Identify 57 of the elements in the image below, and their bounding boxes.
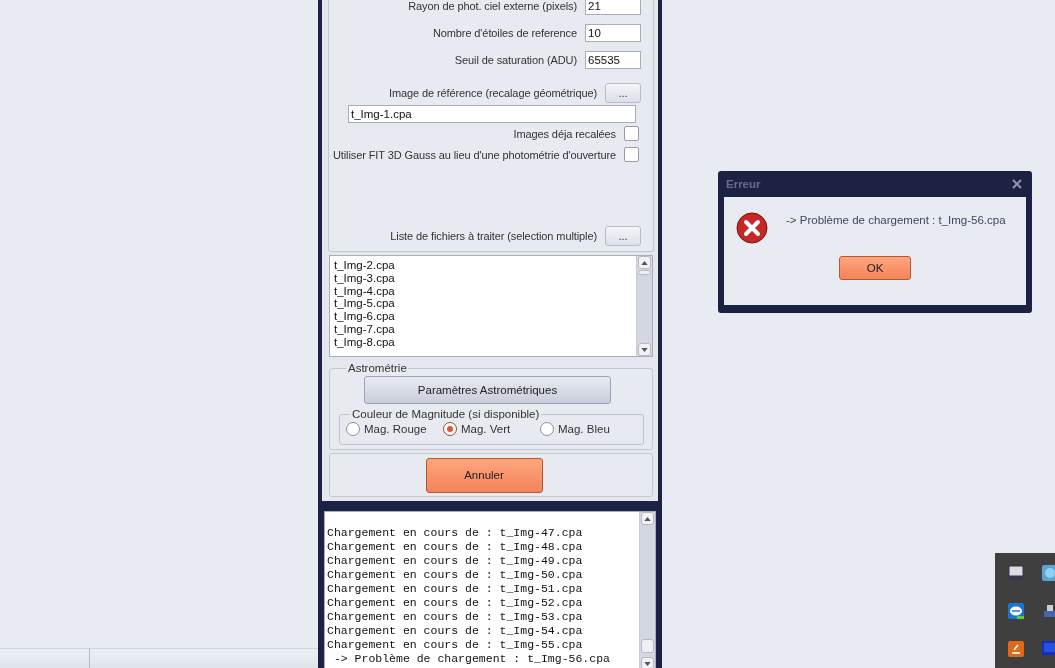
log-line: Chargement en cours de : t_Img-54.cpa: [327, 624, 583, 638]
list-item[interactable]: t_Img-7.cpa: [334, 323, 395, 336]
log-line: Chargement en cours de : t_Img-49.cpa: [327, 554, 583, 568]
scrollbar[interactable]: [636, 256, 652, 356]
list-item[interactable]: t_Img-2.cpa: [334, 259, 395, 272]
log-line: Chargement en cours de : t_Img-47.cpa: [327, 526, 583, 540]
log-line: -> Problème de chargement : t_Img-56.cpa: [332, 652, 610, 666]
log-line: Chargement en cours de : t_Img-50.cpa: [327, 568, 583, 582]
log-line: Chargement en cours de : t_Img-51.cpa: [327, 582, 583, 596]
checkbox-label: Utiliser FIT 3D Gauss au lieu d'une photométrie d'ouverture: [332, 148, 616, 161]
input-field[interactable]: 10: [585, 23, 641, 42]
input-field[interactable]: 21: [585, 0, 641, 15]
checkbox[interactable]: [624, 126, 639, 141]
input-field[interactable]: 65535: [585, 50, 641, 69]
monitor-icon[interactable]: [1008, 565, 1024, 581]
ok-button[interactable]: OK: [839, 256, 911, 280]
log-line: Chargement en cours de : t_Img-52.cpa: [327, 596, 583, 610]
radio-button[interactable]: [540, 422, 554, 436]
radio-label: Mag. Vert: [461, 423, 511, 435]
group-title: Astrométrie: [347, 362, 408, 374]
log-line: Chargement en cours de : t_Img-53.cpa: [327, 610, 583, 624]
log-line: Chargement en cours de : t_Img-48.cpa: [327, 540, 583, 554]
browse-button[interactable]: ...: [605, 225, 641, 246]
field-label: Image de référence (recalage géométrique): [388, 87, 597, 99]
radio-button[interactable]: [346, 422, 360, 436]
scroll-up-icon[interactable]: [638, 256, 651, 269]
field-label: Rayon de phot. ciel externe (pixels): [408, 0, 577, 12]
scroll-down-icon[interactable]: [641, 657, 654, 668]
field-label: Seuil de saturation (ADU): [454, 53, 577, 66]
checkbox[interactable]: [624, 147, 639, 162]
radio-button[interactable]: [443, 422, 457, 436]
remote-icon[interactable]: [1008, 603, 1024, 619]
close-icon[interactable]: [1012, 178, 1022, 189]
group-title: Couleur de Magnitude (si disponible): [351, 408, 541, 420]
astrometry-parameters-button[interactable]: Paramètres Astrométriques: [364, 376, 611, 404]
error-message: -> Problème de chargement : t_Img-56.cpa: [786, 213, 1006, 226]
dialog-title: Erreur: [726, 177, 761, 190]
scrollbar[interactable]: [639, 512, 655, 668]
field-label: Liste de fichiers à traiter (selection multiple): [390, 229, 597, 242]
checkbox-label: Images déja recalées: [513, 127, 616, 140]
log-line: Chargement en cours de : t_Img-55.cpa: [327, 638, 583, 652]
list-item[interactable]: t_Img-4.cpa: [334, 284, 395, 298]
scroll-up-icon[interactable]: [641, 512, 654, 525]
radio-label: Mag. Rouge: [364, 423, 427, 435]
cancel-button[interactable]: Annuler: [425, 457, 543, 493]
field-label: Nombre d'étoiles de reference: [432, 26, 577, 39]
scroll-thumb[interactable]: [638, 270, 651, 275]
list-item[interactable]: t_Img-6.cpa: [334, 310, 395, 323]
scroll-down-icon[interactable]: [638, 343, 651, 356]
list-item[interactable]: t_Img-3.cpa: [334, 271, 395, 285]
error-icon: [736, 212, 768, 244]
radio-label: Mag. Bleu: [558, 423, 610, 435]
scroll-thumb[interactable]: [641, 639, 654, 653]
browse-button[interactable]: ...: [605, 83, 641, 103]
list-item[interactable]: t_Img-8.cpa: [334, 335, 395, 349]
list-item[interactable]: t_Img-5.cpa: [334, 297, 395, 311]
input-field[interactable]: t_Img-1.cpa: [348, 105, 636, 123]
